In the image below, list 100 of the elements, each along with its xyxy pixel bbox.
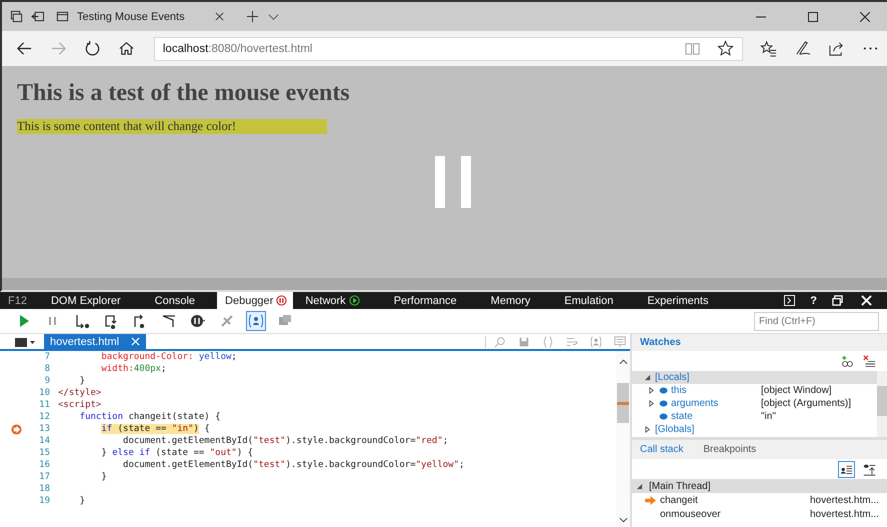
favorites-list-icon[interactable] [760,40,778,57]
devtools-tab[interactable]: Debugger [217,292,294,309]
line-number: 9 [44,376,50,386]
undock-icon[interactable] [832,295,843,306]
find-field[interactable]: Find (Ctrl+F) [754,312,879,330]
line-number: 12 [38,412,50,422]
page-icon [56,10,69,23]
expand-toggle-icon[interactable] [644,426,651,433]
line-number: 13 [38,424,50,434]
line-number: 10 [38,388,50,398]
pause-icon [435,156,471,208]
frame-name: onmouseover [660,508,722,520]
code-line: </style> [58,388,102,398]
play-circle-icon [348,295,360,306]
scope-name[interactable]: [Globals] [655,424,745,435]
code-line: <script> [58,400,102,410]
variable-value: "in" [761,411,776,422]
browser-tab[interactable]: Testing Mouse Events [52,2,234,31]
scrollbar[interactable] [616,351,630,527]
expand-toggle-icon[interactable] [648,400,655,407]
scroll-down-icon[interactable] [618,517,628,523]
devtools-tab[interactable]: Performance [382,292,479,309]
pause-circle-icon [190,313,206,329]
address-bar[interactable]: localhost:8080/hovertest.html [154,36,744,60]
code-line: background-Color: yellow; [100,352,237,362]
devtools-tab[interactable]: Console [142,292,218,309]
expand-toggle-icon[interactable] [648,387,655,394]
folder-dropdown-icon[interactable] [14,336,36,348]
scrollbar[interactable] [877,371,887,437]
devtools-tab[interactable]: Memory [478,292,552,309]
code-line: if (state == "in") { [100,424,210,434]
close-icon[interactable] [214,12,224,21]
expand-toggle-icon[interactable] [636,482,643,490]
frame-location: hovertest.htm... [810,508,879,520]
star-icon[interactable] [717,40,734,57]
address-path: :8080/hovertest.html [208,42,312,54]
scroll-thumb[interactable] [617,383,629,423]
line-number: 15 [38,448,50,458]
current-line-breakpoint-icon[interactable] [11,424,22,434]
devtools-tab[interactable]: Emulation [552,292,636,309]
file-tab[interactable]: hovertest.html [44,334,146,349]
code-line: } else if (state == "out") { [100,448,254,458]
page-heading: This is a test of the mouse events [17,80,351,107]
code-line: width:400px; [100,364,166,374]
variable-name[interactable]: state [671,411,761,422]
scroll-thumb[interactable] [877,386,887,416]
thread-name[interactable]: [Main Thread] [649,480,711,492]
address-host: localhost [162,42,208,54]
file-tab-label: hovertest.html [50,336,120,348]
devtools-tab[interactable]: Network [293,292,382,309]
code-line: } [100,472,107,482]
variable-value: [object Window] [761,385,832,396]
close-icon[interactable] [860,12,870,22]
line-number: 19 [38,496,50,506]
code-line: document.getElementById("test").style.backgroundColor="red"; [122,436,448,446]
code-line: document.getElementById("test").style.backgroundColor="yellow"; [122,460,464,470]
just-my-code-button[interactable] [246,311,266,331]
frame-location: hovertest.htm... [810,494,879,506]
variable-value: [object (Arguments)] [761,398,852,409]
tabs-aside-icon[interactable] [10,10,23,23]
help-button[interactable]: ? [810,294,817,306]
refresh-icon[interactable] [84,40,101,57]
devtools-tab[interactable]: F12 [0,292,39,309]
back-arrow-icon[interactable] [16,40,33,57]
code-line: function changeit(state) { [78,412,221,422]
step-frames-icon[interactable] [862,462,877,476]
watches-title: Watches [640,337,681,348]
step-over-icon [103,313,119,329]
line-number: 8 [44,364,50,374]
code-line: } [78,376,86,386]
devtools-tab[interactable]: Experiments [635,292,730,309]
tab-back-icon[interactable] [31,10,44,23]
home-icon[interactable] [118,40,135,57]
line-number: 11 [38,400,50,410]
show-frames-icon[interactable] [838,460,855,478]
console-icon[interactable] [784,295,796,306]
code-line: } [78,496,86,506]
panel-tab[interactable]: Breakpoints [703,444,756,455]
expand-toggle-icon[interactable] [644,374,651,381]
variable-name[interactable]: this [671,385,761,396]
share-icon[interactable] [828,40,845,57]
step-into-icon [74,313,90,329]
line-number: 18 [38,484,50,494]
tab-title: Testing Mouse Events [77,10,185,22]
delete-all-icon[interactable] [862,354,877,368]
line-number: 17 [38,472,50,482]
scroll-up-icon[interactable] [618,359,628,365]
variable-name[interactable]: arguments [671,398,761,409]
add-watch-icon[interactable] [840,354,855,368]
frame-name: changeit [660,494,699,506]
panel-tab[interactable]: Call stack [640,444,684,455]
pen-icon[interactable] [794,40,811,57]
call-stack-frame[interactable]: changeit hovertest.htm... [632,493,887,507]
line-number: 14 [38,436,50,446]
call-stack-frame[interactable]: onmouseover hovertest.htm... [632,507,887,521]
pause-circle-icon [276,295,288,306]
slash-icon [219,313,235,329]
maximize-icon[interactable] [808,12,818,22]
devtools-tab[interactable]: DOM Explorer [38,292,143,309]
plus-icon[interactable] [246,10,259,23]
